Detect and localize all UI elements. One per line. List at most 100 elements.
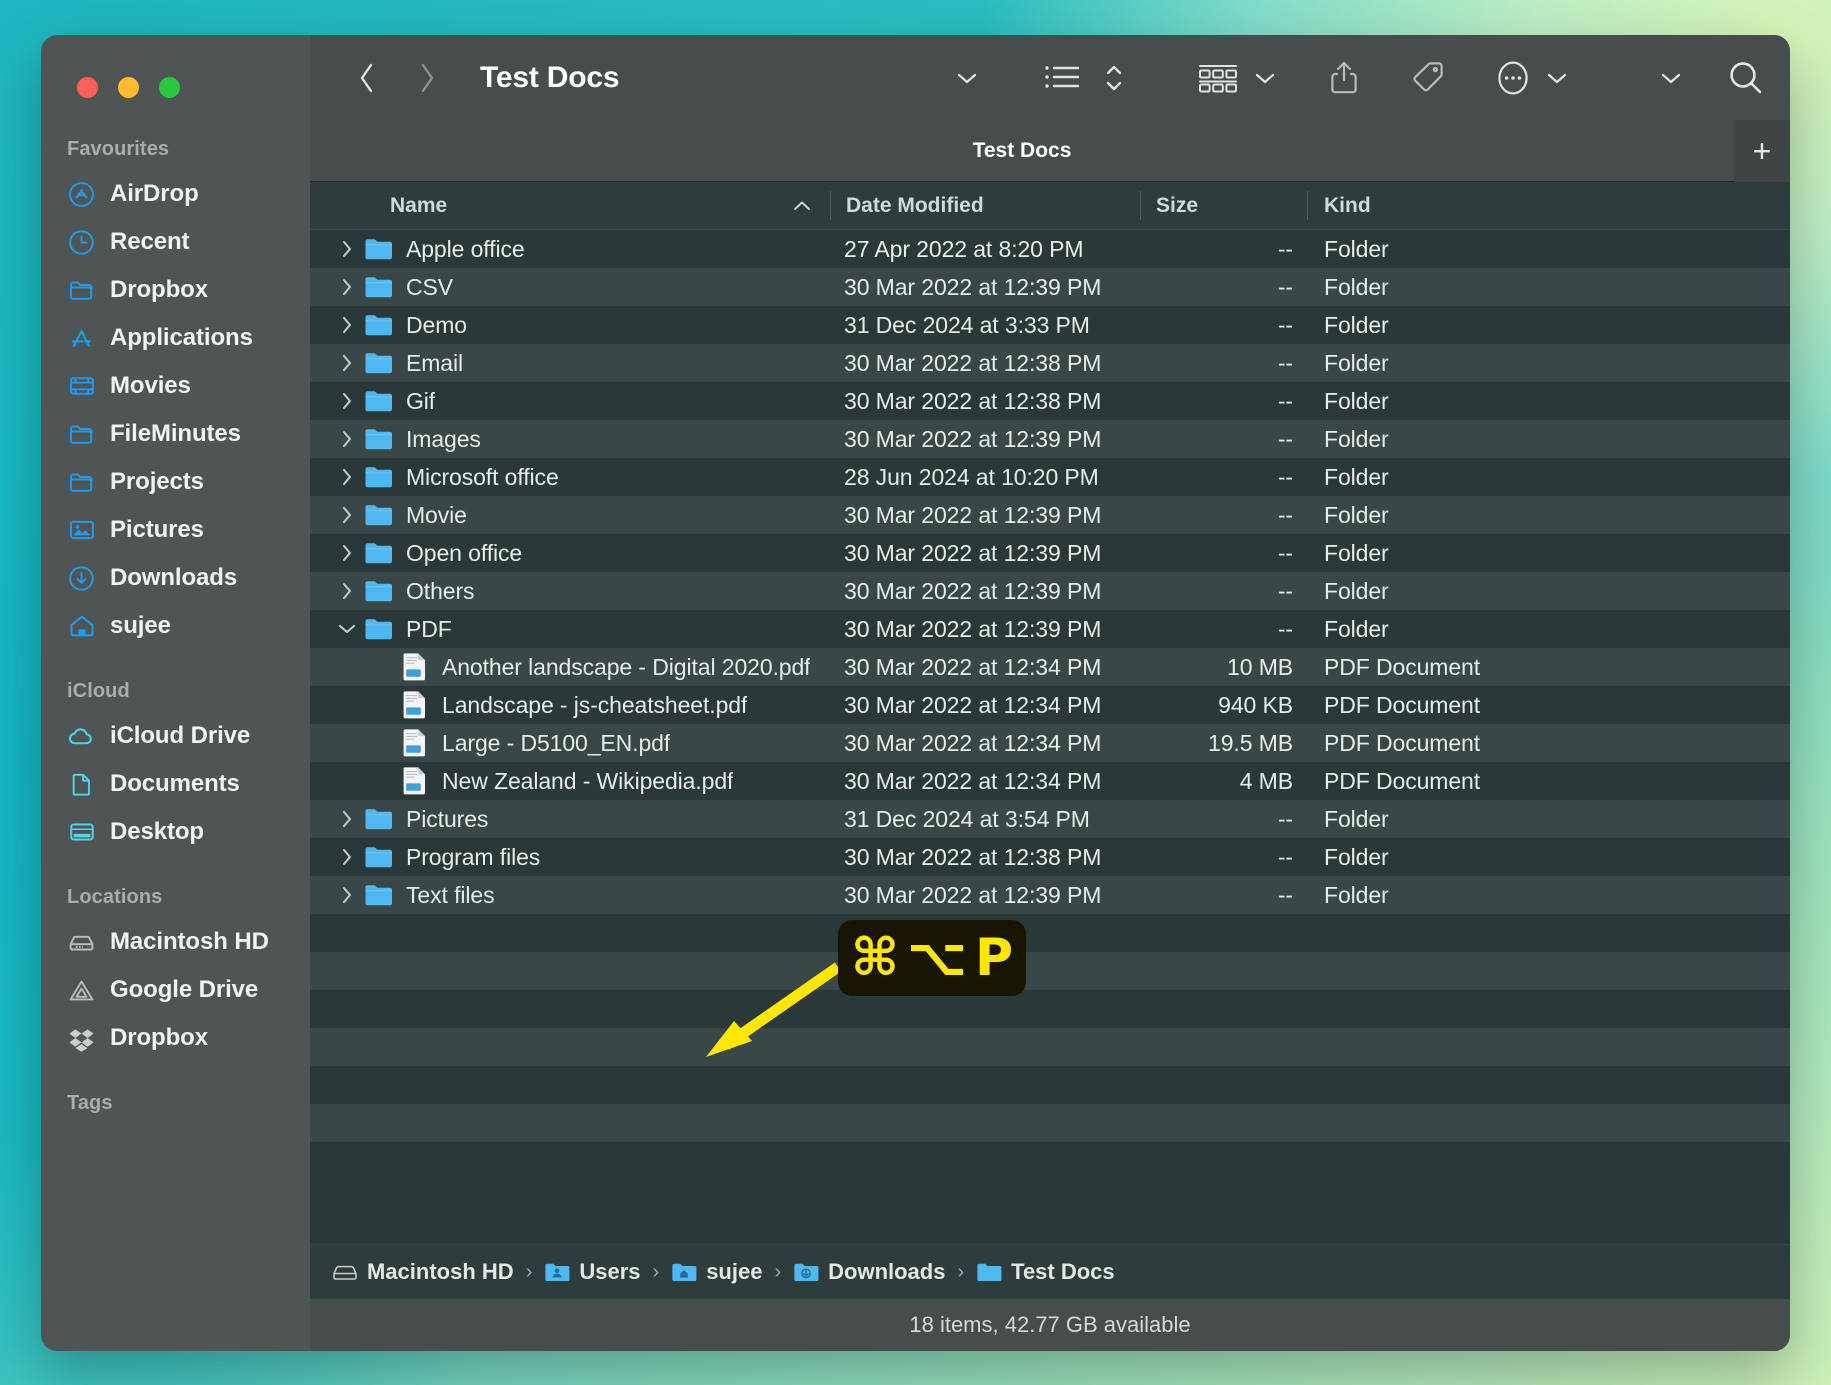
ellipsis-circle-icon[interactable] [1494,58,1532,98]
file-date: 27 Apr 2022 at 8:20 PM [844,235,1084,262]
disclosure-chevron-icon[interactable] [330,808,364,830]
sidebar-item-label: Dropbox [110,276,208,303]
breadcrumb-item[interactable]: Downloads [793,1259,945,1285]
file-name-cell: CSV [310,274,830,301]
disclosure-chevron-icon[interactable] [330,466,364,488]
chevron-left-icon[interactable] [344,55,390,101]
table-row[interactable]: Another landscape - Digital 2020.pdf 30 M… [310,648,1790,686]
applications-icon [67,324,96,353]
file-date: 30 Mar 2022 at 12:34 PM [844,767,1102,794]
table-row[interactable]: Open office 30 Mar 2022 at 12:39 PM -- Fold… [310,534,1790,572]
chevron-down-icon[interactable] [1658,65,1684,91]
sort-updown-icon[interactable] [1104,61,1124,95]
disclosure-chevron-icon[interactable] [330,884,364,906]
table-row[interactable]: CSV 30 Mar 2022 at 12:39 PM -- Folder [310,268,1790,306]
breadcrumb-item[interactable]: Users [544,1259,641,1285]
table-row[interactable]: PDF 30 Mar 2022 at 12:39 PM -- Folder [310,610,1790,648]
keyboard-shortcut-badge: ⌘ ⌥ P [838,920,1026,996]
empty-row [310,952,1790,990]
traffic-lights [41,35,310,98]
sidebar-item-recent[interactable]: Recent [41,218,310,266]
table-row[interactable]: Microsoft office 28 Jun 2024 at 10:20 PM -… [310,458,1790,496]
download-circle-icon [67,564,96,593]
table-row[interactable]: New Zealand - Wikipedia.pdf 30 Mar 2022 a… [310,762,1790,800]
disclosure-chevron-icon[interactable] [330,390,364,412]
table-row[interactable]: Text files 30 Mar 2022 at 12:39 PM -- Folde… [310,876,1790,914]
table-row[interactable]: Landscape - js-cheatsheet.pdf 30 Mar 2022… [310,686,1790,724]
disclosure-chevron-icon[interactable] [330,846,364,868]
pdf-file-icon [400,652,430,682]
new-tab-button[interactable]: + [1734,120,1790,182]
file-name: Another landscape - Digital 2020.pdf [442,653,811,680]
sidebar-item-airdrop[interactable]: AirDrop [41,170,310,218]
table-row[interactable]: Images 30 Mar 2022 at 12:39 PM -- Folder [310,420,1790,458]
file-kind: Folder [1324,615,1389,642]
disclosure-chevron-icon[interactable] [330,314,364,336]
disclosure-chevron-icon[interactable] [330,621,364,637]
disclosure-chevron-icon[interactable] [330,352,364,374]
folder-icon [364,388,394,414]
sidebar-item-movies[interactable]: Movies [41,362,310,410]
close-button[interactable] [77,77,98,98]
disclosure-chevron-icon[interactable] [330,542,364,564]
sidebar-item-applications[interactable]: Applications [41,314,310,362]
table-row[interactable]: Others 30 Mar 2022 at 12:39 PM -- Folder [310,572,1790,610]
file-name-cell: Landscape - js-cheatsheet.pdf [310,690,830,720]
chevron-right-icon[interactable] [404,55,450,101]
breadcrumb-item[interactable]: Macintosh HD [332,1259,514,1285]
chevron-down-icon[interactable] [954,65,980,91]
search-icon[interactable] [1726,58,1766,98]
table-row[interactable]: Gif 30 Mar 2022 at 12:38 PM -- Folder [310,382,1790,420]
file-date: 30 Mar 2022 at 12:34 PM [844,653,1102,680]
column-header-name[interactable]: Name [310,182,830,229]
sidebar-item-dropbox-folder[interactable]: Dropbox [41,266,310,314]
file-size: -- [1277,349,1293,376]
table-row[interactable]: Large - D5100_EN.pdf 30 Mar 2022 at 12:34… [310,724,1790,762]
table-row[interactable]: Pictures 31 Dec 2024 at 3:54 PM -- Folder [310,800,1790,838]
disclosure-chevron-icon[interactable] [330,276,364,298]
chevron-down-icon[interactable] [1252,65,1278,91]
harddisk-icon [332,1259,358,1285]
sidebar-item-documents[interactable]: Documents [41,760,310,808]
table-row[interactable]: Movie 30 Mar 2022 at 12:39 PM -- Folder [310,496,1790,534]
table-row[interactable]: Apple office 27 Apr 2022 at 8:20 PM -- Fold… [310,230,1790,268]
disclosure-chevron-icon[interactable] [330,580,364,602]
disclosure-chevron-icon[interactable] [330,428,364,450]
table-row[interactable]: Program files 30 Mar 2022 at 12:38 PM -- Fo… [310,838,1790,876]
file-size: -- [1277,311,1293,338]
sidebar-item-desktop[interactable]: Desktop [41,808,310,856]
group-view-icon[interactable] [1196,61,1240,95]
sidebar-item-label: Dropbox [110,1024,208,1051]
sidebar-item-projects[interactable]: Projects [41,458,310,506]
sidebar-item-sujee[interactable]: sujee [41,602,310,650]
tag-icon[interactable] [1410,59,1446,97]
sidebar-item-icloud-drive[interactable]: iCloud Drive [41,712,310,760]
column-header-kind[interactable]: Kind [1307,182,1790,229]
file-date: 30 Mar 2022 at 12:39 PM [844,539,1102,566]
disclosure-chevron-icon[interactable] [330,504,364,526]
table-row[interactable]: Email 30 Mar 2022 at 12:38 PM -- Folder [310,344,1790,382]
file-date: 30 Mar 2022 at 12:39 PM [844,273,1102,300]
sidebar-item-fileminutes[interactable]: FileMinutes [41,410,310,458]
file-size: -- [1277,615,1293,642]
file-list[interactable]: Apple office 27 Apr 2022 at 8:20 PM -- Fold… [310,230,1790,1244]
disclosure-chevron-icon[interactable] [330,238,364,260]
breadcrumb-item[interactable]: Test Docs [976,1259,1115,1285]
sidebar-item-dropbox-location[interactable]: Dropbox [41,1014,310,1062]
tab-test-docs[interactable]: Test Docs [310,139,1790,163]
list-view-icon[interactable] [1042,61,1082,95]
column-header-date-modified[interactable]: Date Modified [830,182,1140,229]
minimize-button[interactable] [118,77,139,98]
airdrop-icon [67,180,96,209]
chevron-down-icon[interactable] [1544,65,1570,91]
sidebar-item-google-drive[interactable]: Google Drive [41,966,310,1014]
table-row[interactable]: Demo 31 Dec 2024 at 3:33 PM -- Folder [310,306,1790,344]
sidebar-item-macintosh-hd[interactable]: Macintosh HD [41,918,310,966]
maximize-button[interactable] [159,77,180,98]
breadcrumb-item[interactable]: sujee [671,1259,762,1285]
column-header-size[interactable]: Size [1140,182,1307,229]
sidebar-item-label: FileMinutes [110,420,241,447]
sidebar-item-pictures[interactable]: Pictures [41,506,310,554]
share-icon[interactable] [1328,59,1360,97]
sidebar-item-downloads[interactable]: Downloads [41,554,310,602]
